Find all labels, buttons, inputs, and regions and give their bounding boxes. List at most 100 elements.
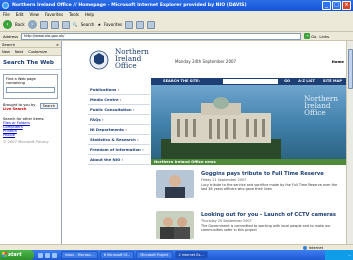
- site-header: Northern Ireland Office Monday 24th Sept…: [63, 41, 346, 78]
- minimize-button[interactable]: _: [322, 1, 331, 10]
- site-map-link[interactable]: SITE MAP: [319, 78, 346, 85]
- hero-banner: Northern Ireland Office: [151, 85, 346, 159]
- favorites-button[interactable]: Favorites: [104, 22, 122, 27]
- search-button[interactable]: Search: [81, 22, 95, 27]
- vertical-scrollbar[interactable]: [346, 41, 353, 253]
- news-date: Friday 21 September 2007: [201, 178, 247, 182]
- pane-search-button[interactable]: Search: [39, 102, 58, 109]
- brought-by: Brought to you by Live Search Search: [3, 102, 58, 111]
- home-link[interactable]: Home: [332, 59, 344, 64]
- ie-icon: [2, 2, 9, 9]
- search-pane-title: Search: [2, 42, 16, 47]
- site-search-input[interactable]: [223, 79, 279, 84]
- pane-new-button[interactable]: New: [2, 48, 10, 55]
- start-button[interactable]: start: [0, 250, 34, 260]
- favorites-icon[interactable]: ★: [97, 22, 101, 27]
- search-icon[interactable]: 🔍: [73, 22, 78, 27]
- task-internet-explorer[interactable]: 2 Internet Ex...: [174, 251, 208, 259]
- nav-about[interactable]: About the NIO ›: [88, 155, 150, 165]
- quick-launch-icon[interactable]: [52, 252, 57, 258]
- nav-media-centre[interactable]: Media Centre ›: [88, 95, 150, 105]
- menu-favorites[interactable]: Favorites: [45, 11, 63, 18]
- menu-help[interactable]: Help: [85, 11, 94, 18]
- pane-footer: © 2007 Microsoft Privacy: [3, 139, 49, 144]
- stop-icon[interactable]: [39, 20, 48, 29]
- menu-tools[interactable]: Tools: [69, 11, 79, 18]
- quick-launch-icon[interactable]: [38, 252, 43, 258]
- news-body: Lucy tribute to the service and sacrific…: [201, 183, 338, 191]
- menu-file[interactable]: File: [3, 11, 10, 18]
- top-nav: SEARCH THE SITE: GO A-Z LIST SITE MAP: [151, 78, 346, 85]
- maximize-button[interactable]: □: [332, 1, 341, 10]
- brought-text: Brought to you by Live Search: [3, 103, 40, 111]
- history-icon[interactable]: [125, 20, 134, 29]
- menu-bar: File Edit View Favorites Tools Help: [0, 11, 353, 18]
- search-site-label: SEARCH THE SITE:: [163, 79, 200, 83]
- go-arrow-icon: →: [304, 33, 311, 39]
- nav-faqs[interactable]: FAQs ›: [88, 115, 150, 125]
- address-input[interactable]: [21, 32, 302, 40]
- news-item: Looking out for you - Launch of CCTV cam…: [151, 206, 346, 243]
- search-the-web-heading: Search The Web: [0, 56, 61, 70]
- quick-launch: [34, 252, 61, 258]
- go-button[interactable]: → Go: [304, 33, 316, 39]
- print-icon[interactable]: [147, 20, 156, 29]
- search-pane-tools: New Next Customize: [0, 48, 61, 56]
- nav-ni-departments[interactable]: NI Departments ›: [88, 125, 150, 135]
- news-title[interactable]: Looking out for you - Launch of CCTV cam…: [201, 212, 336, 218]
- news-item: Goggins pays tribute to Full Time Reserv…: [151, 165, 346, 202]
- site-search-go[interactable]: GO: [280, 78, 294, 85]
- pane-next-button[interactable]: Next: [15, 48, 23, 55]
- search-pane: Search × New Next Customize Search The W…: [0, 41, 62, 253]
- scrollbar-thumb[interactable]: [348, 49, 353, 89]
- mail-icon[interactable]: [136, 20, 145, 29]
- taskbar: start Inbox - Microso... 6 Microsoft Of.…: [0, 250, 353, 260]
- nio-logo[interactable]: Northern Ireland Office: [115, 48, 149, 70]
- banner-logo: Northern Ireland Office: [304, 95, 338, 117]
- go-label: Go: [311, 33, 317, 39]
- live-search-brand: Live Search: [3, 106, 27, 111]
- link-people[interactable]: People: [3, 133, 58, 137]
- left-nav: Publications › Media Centre › Public Con…: [88, 85, 150, 165]
- task-office[interactable]: 6 Microsoft Of...: [99, 251, 135, 259]
- other-items: Search for other items: Files or Folders…: [3, 117, 58, 137]
- pane-close-icon[interactable]: ×: [56, 41, 59, 47]
- window-controls: _ □ ×: [322, 1, 351, 10]
- stormont-building-image: [161, 97, 281, 159]
- az-list-link[interactable]: A-Z LIST: [294, 78, 319, 85]
- search-pane-header: Search ×: [0, 41, 61, 48]
- news-photo: [156, 211, 194, 239]
- find-box: Find a Web page containing: [3, 74, 58, 99]
- refresh-icon[interactable]: [50, 20, 59, 29]
- find-input[interactable]: [6, 87, 55, 93]
- nav-statistics[interactable]: Statistics & Research ›: [88, 135, 150, 145]
- find-label: Find a Web page containing: [6, 77, 36, 85]
- news-title[interactable]: Goggins pays tribute to Full Time Reserv…: [201, 171, 324, 177]
- system-tray: ...: [325, 250, 353, 260]
- news-date: Thursday 20 September 2007: [201, 219, 252, 223]
- close-button[interactable]: ×: [342, 1, 351, 10]
- links-label[interactable]: Links: [319, 34, 329, 39]
- window-titlebar: Northern Ireland Office // Homepage - Mi…: [0, 0, 353, 11]
- home-icon[interactable]: [61, 20, 70, 29]
- current-date: Monday 24th September 2007: [175, 59, 237, 64]
- logo-line: Office: [115, 61, 137, 71]
- task-project[interactable]: Microsoft Project: [136, 251, 173, 259]
- back-button[interactable]: Back: [15, 22, 25, 27]
- nav-publications[interactable]: Publications ›: [88, 85, 150, 95]
- menu-edit[interactable]: Edit: [16, 11, 24, 18]
- menu-view[interactable]: View: [29, 11, 39, 18]
- page-content: Northern Ireland Office Monday 24th Sept…: [63, 41, 346, 253]
- toolbar: ‹ Back › 🔍 Search ★ Favorites: [0, 18, 353, 32]
- window-title: Northern Ireland Office // Homepage - Mi…: [12, 3, 247, 8]
- address-label: Address: [3, 33, 19, 39]
- nav-public-consultation[interactable]: Public Consultation ›: [88, 105, 150, 115]
- pane-customize-button[interactable]: Customize: [28, 48, 47, 55]
- nav-foi[interactable]: Freedom of Information ›: [88, 145, 150, 155]
- task-inbox[interactable]: Inbox - Microso...: [61, 251, 98, 259]
- clock: ...: [347, 253, 351, 257]
- back-arrow-icon[interactable]: ‹: [3, 20, 12, 29]
- quick-launch-icon[interactable]: [45, 252, 50, 258]
- forward-arrow-icon[interactable]: ›: [27, 20, 37, 29]
- address-bar: Address → Go Links: [0, 32, 353, 41]
